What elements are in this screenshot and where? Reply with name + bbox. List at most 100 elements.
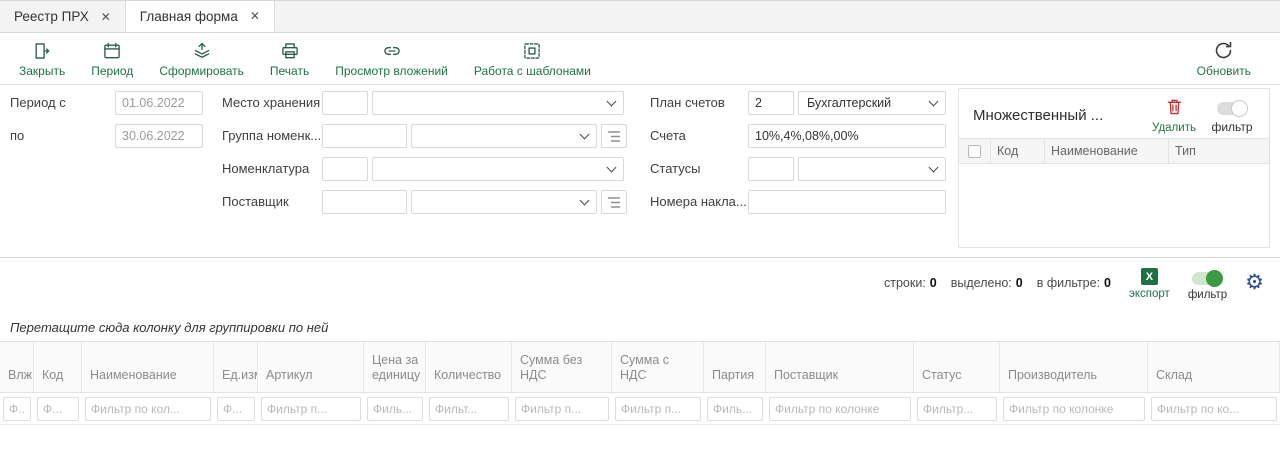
nomenclature-group-code-input[interactable] [322,124,407,148]
column-filter-input-naimenovanie[interactable] [85,397,211,421]
templates-button[interactable]: Работа с шаблонами [461,34,604,84]
group-by-drop-zone[interactable]: Перетащите сюда колонку для группировки … [10,320,328,335]
toggle-off-icon [1217,102,1247,115]
filter-cell [258,393,364,424]
multi-filter-title: Множественный ... [973,107,1145,124]
tab-reestr-prh[interactable]: Реестр ПРХ ✕ [0,1,126,32]
column-filter-input-sklad[interactable] [1151,397,1277,421]
column-label: Поставщик [774,368,838,384]
toolbar-label: Сформировать [159,64,244,78]
multi-filter-col-naimenovanie[interactable]: Наименование [1045,139,1169,163]
tab-label: Реестр ПРХ [14,9,89,24]
column-header-kolichestvo[interactable]: Количество [426,342,512,392]
invoice-numbers-label: Номера накла... [650,190,747,214]
close-button[interactable]: Закрыть [6,34,78,84]
column-label: Партия [712,368,754,384]
nomenclature-code-input[interactable] [322,157,368,181]
column-header-edizm[interactable]: Ед.изм. [214,342,258,392]
select-all-checkbox[interactable] [968,145,981,158]
statuses-code-input[interactable] [748,157,794,181]
multi-filter-col-kod[interactable]: Код [991,139,1045,163]
excel-glyph: X [1146,271,1153,283]
accounts-input[interactable] [748,124,946,148]
column-label: Сумма с НДС [620,353,698,384]
period-to-input[interactable] [115,124,203,148]
refresh-button[interactable]: Обновить [1184,34,1264,84]
column-filter-input-kolichestvo[interactable] [429,397,509,421]
column-header-summa-s-nds[interactable]: Сумма с НДС [612,342,704,392]
column-label: Количество [434,368,501,384]
filter-cell [766,393,914,424]
supplier-code-input[interactable] [322,190,407,214]
nomenclature-select[interactable] [372,157,624,181]
multi-filter-toggle[interactable]: фильтр [1203,95,1261,134]
statuses-select[interactable] [798,157,946,181]
nomenclature-group-tree-button[interactable] [601,124,627,148]
select-all-cell [959,139,991,163]
column-header-status[interactable]: Статус [914,342,1000,392]
toggle-knob [1206,270,1223,287]
column-label: Производитель [1008,368,1097,384]
column-filter-input-partiya[interactable] [707,397,763,421]
chevron-down-icon [580,130,590,140]
filter-form: Период с по Место хранения Группа номенк… [0,86,1280,257]
invoice-numbers-input[interactable] [748,190,946,214]
statuses-label: Статусы [650,157,700,181]
storage-select[interactable] [372,91,624,115]
column-filter-input-edizm[interactable] [217,397,255,421]
delete-button[interactable]: Удалить [1145,95,1203,134]
column-filter-input-summa-s-nds[interactable] [615,397,701,421]
nomenclature-group-select[interactable] [411,124,597,148]
view-attachments-button[interactable]: Просмотр вложений [322,34,461,84]
toolbar-label: Обновить [1197,64,1251,78]
grid-filter-toggle[interactable]: фильтр [1188,268,1227,301]
multi-filter-table-header: Код Наименование Тип [959,138,1269,164]
column-filter-input-summa-bez-nds[interactable] [515,397,609,421]
app-window: Реестр ПРХ ✕ Главная форма ✕ Закрыть Пер… [0,0,1280,461]
stat-label: строки: [884,276,926,290]
supplier-tree-button[interactable] [601,190,627,214]
selected-value: Бухгалтерский [807,96,891,110]
column-header-proizvoditel[interactable]: Производитель [1000,342,1148,392]
period-button[interactable]: Период [78,34,146,84]
column-filter-input-vlzh[interactable] [3,397,31,421]
column-header-kod[interactable]: Код [34,342,82,392]
column-header-postavshchik[interactable]: Поставщик [766,342,914,392]
trash-icon [1167,99,1182,115]
chevron-down-icon [929,163,939,173]
exit-door-icon [32,40,52,61]
column-filter-input-status[interactable] [917,397,997,421]
column-header-naimenovanie[interactable]: Наименование [82,342,214,392]
column-header-tsena-za-edinitsu[interactable]: Цена за единицу [364,342,426,392]
column-header-summa-bez-nds[interactable]: Сумма без НДС [512,342,612,392]
filter-cell [1148,393,1280,424]
generate-button[interactable]: Сформировать [146,34,257,84]
storage-code-input[interactable] [322,91,368,115]
close-icon[interactable]: ✕ [250,10,260,22]
column-filter-input-tsena[interactable] [367,397,423,421]
column-filter-input-artikul[interactable] [261,397,361,421]
close-icon[interactable]: ✕ [101,11,111,23]
column-header-vlzh[interactable]: Влж [0,342,34,392]
column-filter-input-proizvoditel[interactable] [1003,397,1145,421]
column-header-artikul[interactable]: Артикул [258,342,364,392]
filter-cell [914,393,1000,424]
print-button[interactable]: Печать [257,34,322,84]
column-filter-input-postavshchik[interactable] [769,397,911,421]
chart-of-accounts-select[interactable]: Бухгалтерский [798,91,946,115]
template-icon [522,40,542,61]
chart-of-accounts-code-input[interactable] [748,91,794,115]
gear-icon[interactable]: ⚙ [1245,272,1264,293]
column-filter-input-kod[interactable] [37,397,79,421]
toggle-knob [1231,100,1248,117]
supplier-select[interactable] [411,190,597,214]
period-from-input[interactable] [115,91,203,115]
column-header-partiya[interactable]: Партия [704,342,766,392]
multi-filter-col-tip[interactable]: Тип [1169,139,1269,163]
column-header-sklad[interactable]: Склад [1148,342,1280,392]
selected-stat: выделено:0 [951,276,1023,290]
column-label: Наименование [90,368,177,384]
tab-glavnaya-forma[interactable]: Главная форма ✕ [126,1,275,32]
printer-icon [280,40,300,61]
export-button[interactable]: X экспорт [1129,268,1170,300]
